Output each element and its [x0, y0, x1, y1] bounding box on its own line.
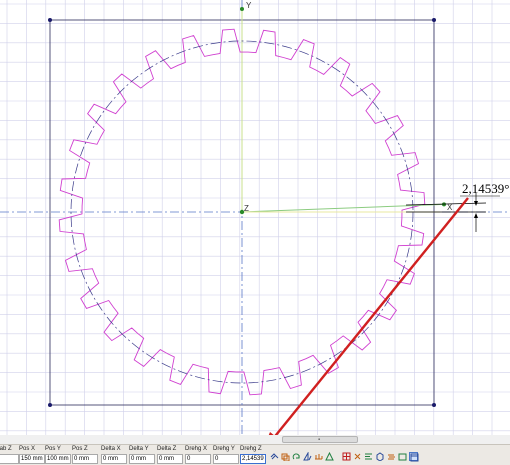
frame-corner-handle [48, 403, 52, 407]
field-input[interactable]: 0 mm [129, 454, 155, 464]
field-label: Delta Y [129, 446, 149, 452]
window-icon[interactable] [409, 452, 419, 462]
field-input[interactable]: 100 mm [45, 454, 71, 464]
dimension-extension-line-rotated [405, 202, 487, 206]
copy-icon[interactable] [281, 452, 290, 461]
measure-icon[interactable] [314, 452, 323, 461]
layers-icon[interactable] [387, 452, 396, 461]
link-icon[interactable] [270, 452, 279, 461]
dimension-arrowhead-bottom [474, 213, 478, 218]
horizontal-scrollbar[interactable]: ▪ [0, 435, 510, 444]
scrollbar-thumb[interactable]: ▪ [282, 436, 358, 443]
field-label: Drehg Z [240, 446, 262, 452]
frame-corner-handle [48, 18, 52, 22]
snap-icon[interactable] [353, 452, 362, 461]
field-input[interactable]: 0 [213, 454, 239, 464]
y-axis-end-marker [240, 7, 244, 11]
field-label: Drehg Y [213, 446, 235, 452]
field-input[interactable] [0, 454, 19, 464]
z-axis-label: Z [244, 204, 249, 213]
x-axis-line [241, 203, 445, 213]
box-icon[interactable] [398, 452, 407, 461]
x-axis-label: X [447, 203, 453, 212]
field-input[interactable]: 150 mm [19, 454, 45, 464]
field-input[interactable]: 2,14539 [240, 454, 266, 464]
field-label: stab Z [0, 446, 12, 452]
annotation-arrow-shaft [274, 197, 469, 435]
field-label: Pos X [19, 446, 36, 452]
mirror-icon[interactable] [303, 452, 312, 461]
field-label: Delta Z [157, 446, 177, 452]
drawing-svg[interactable] [0, 0, 510, 435]
grid-lines [0, 0, 510, 435]
cube-icon[interactable] [375, 452, 384, 461]
rotate-icon[interactable] [292, 452, 301, 461]
field-label: Pos Y [45, 446, 61, 452]
frame-corner-handle [432, 18, 436, 22]
angle-dimension-label: 2,14539° [462, 181, 510, 196]
field-input[interactable]: 0 [185, 454, 211, 464]
scrollbar-grip-icon: ▪ [318, 437, 321, 443]
field-label: Delta X [101, 446, 121, 452]
status-bar: stab ZPos X150 mmPos Y100 mmPos Z0 mmDel… [0, 444, 510, 465]
field-input[interactable]: 0 mm [72, 454, 98, 464]
field-label: Pos Z [72, 446, 88, 452]
y-axis-label: Y [246, 1, 252, 10]
field-label: Drehg X [185, 446, 208, 452]
field-input[interactable]: 0 mm [157, 454, 183, 464]
align-icon[interactable] [364, 452, 373, 461]
frame-corner-handle [432, 403, 436, 407]
field-input[interactable]: 0 mm [101, 454, 127, 464]
drawing-viewport[interactable]: Y Z X 2,14539° [0, 0, 510, 435]
triangle-icon[interactable] [325, 452, 334, 461]
grid-icon[interactable] [342, 452, 351, 461]
